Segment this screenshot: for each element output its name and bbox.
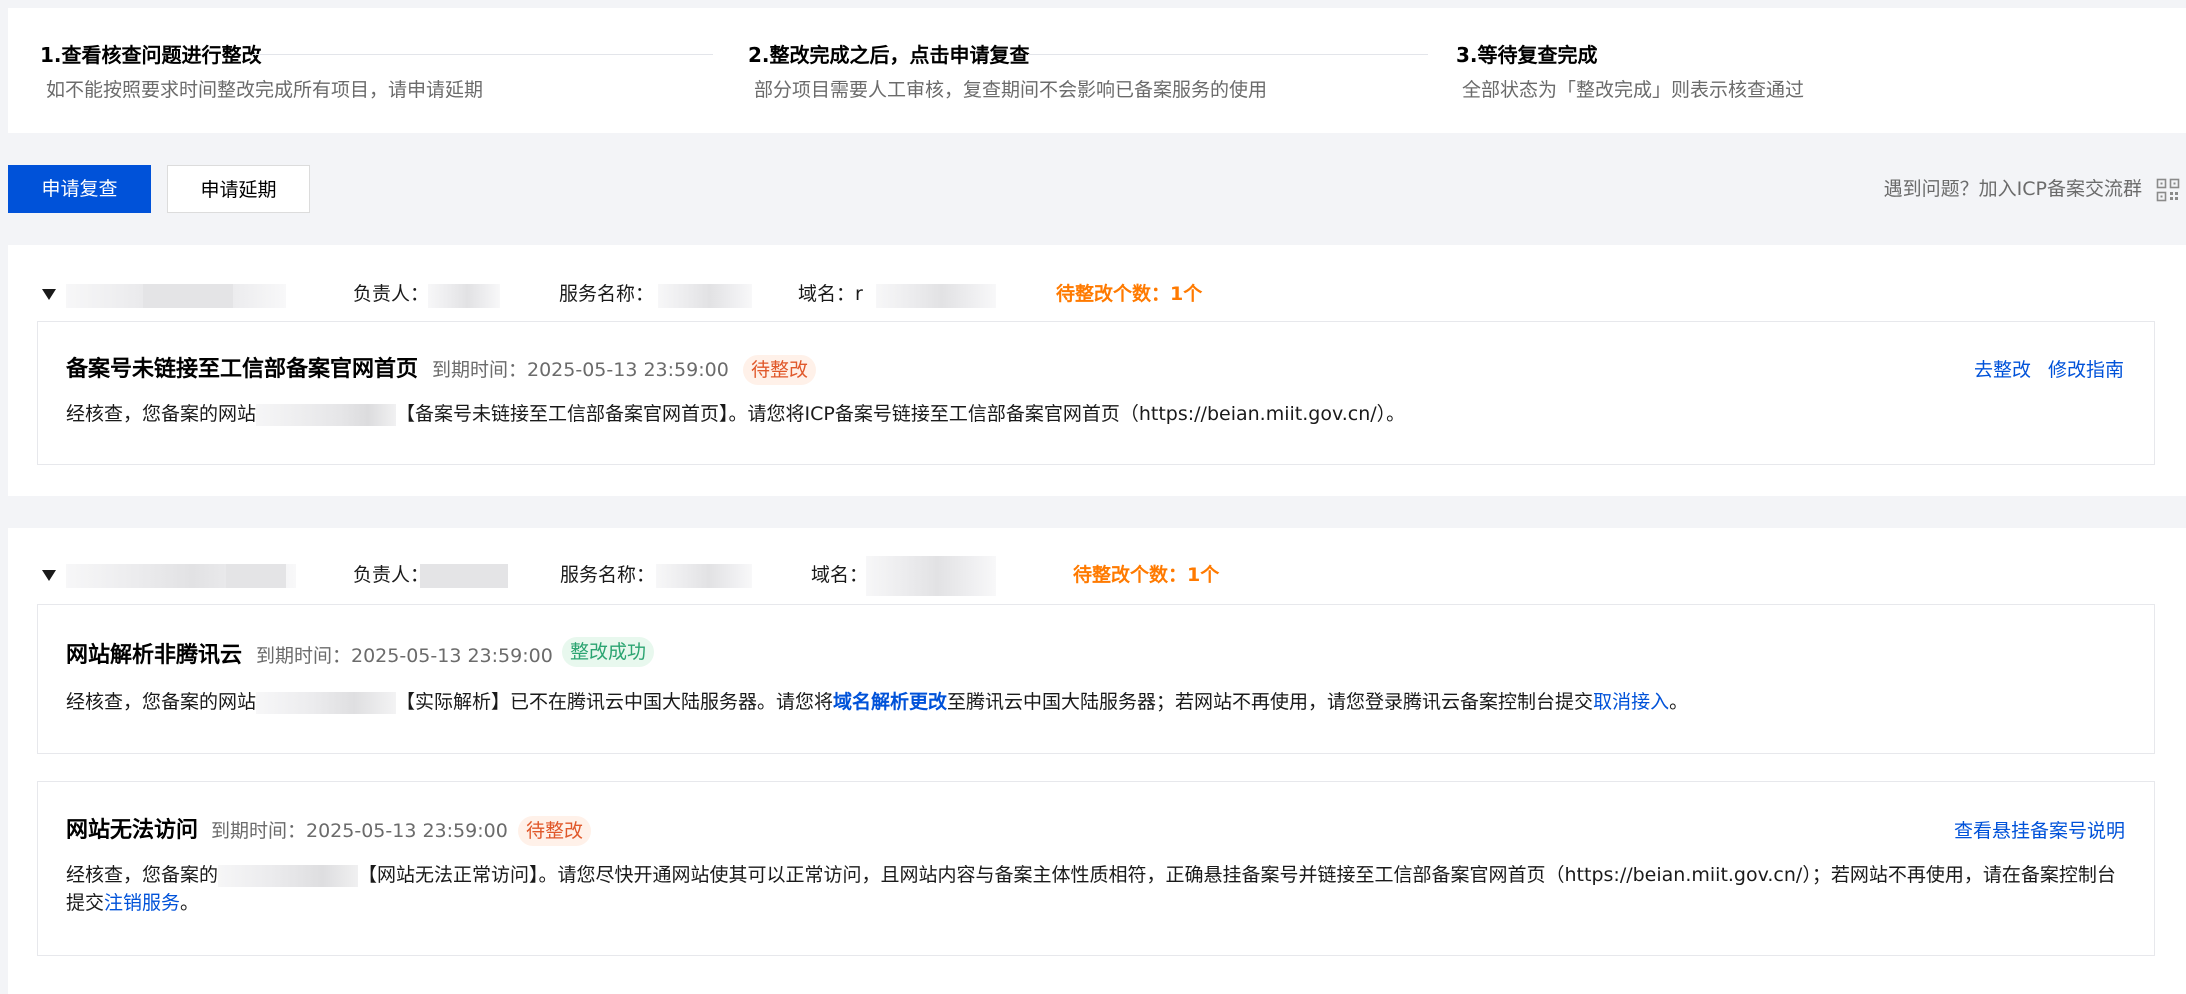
issue-description-line-1: 经核查，您备案的 【网站无法正常访问】。请您尽快开通网站使其可以正常访问，且网站内… — [66, 862, 2116, 888]
desc-end: 。 — [1669, 691, 1689, 713]
domain-label: 域名： — [811, 564, 869, 586]
join-icp-group-link[interactable]: 遇到问题？加入ICP备案交流群 — [1884, 176, 2142, 202]
view-record-number-guide-link[interactable]: 查看悬挂备案号说明 — [1954, 818, 2125, 844]
step-1: 1.查看核查问题进行整改 如不能按照要求时间整改完成所有项目，请申请延期 — [40, 42, 483, 103]
desc-suffix: 【备案号未链接至工信部备案官网首页】。请您将ICP备案号链接至工信部备案官网首页… — [396, 403, 1406, 425]
redacted-site — [218, 864, 359, 887]
status-badge: 待整改 — [743, 355, 817, 385]
redacted-domain — [876, 284, 996, 308]
pending-count: 待整改个数：1个 — [1073, 564, 1220, 586]
status-badge: 待整改 — [518, 816, 592, 846]
desc-line-2-prefix: 提交 — [66, 892, 105, 914]
request-review-button[interactable]: 申请复查 — [8, 165, 151, 213]
service-name-label: 服务名称： — [559, 283, 655, 305]
check-group-2: 负责人： 服务名称： 域名： 待整改个数：1个 网站解析非腾讯云 到期时间：20… — [8, 528, 2186, 994]
domain-label: 域名：r — [798, 281, 863, 307]
redacted-service-name — [658, 284, 752, 308]
cancel-access-link[interactable]: 取消接入 — [1593, 691, 1669, 713]
owner-label: 负责人： — [353, 564, 430, 586]
redacted-owner — [420, 564, 508, 588]
step-3: 3.等待复查完成 全部状态为「整改完成」则表示核查通过 — [1456, 42, 1804, 103]
domain-label-text: 域名： — [798, 283, 856, 305]
issue-description-line-2: 提交注销服务。 — [66, 890, 199, 916]
redacted-owner — [428, 284, 500, 308]
issue-description: 经核查，您备案的网站 【实际解析】已不在腾讯云中国大陆服务器。请您将域名解析更改至… — [66, 689, 1688, 715]
step-3-title: 3.等待复查完成 — [1456, 43, 1598, 67]
redacted-site — [256, 403, 397, 426]
step-1-desc: 如不能按照要求时间整改完成所有项目，请申请延期 — [46, 79, 484, 101]
issue-title: 网站无法访问 — [66, 818, 199, 843]
owner-label: 负责人： — [353, 283, 430, 305]
step-2-desc: 部分项目需要人工审核，复查期间不会影响已备案服务的使用 — [754, 79, 1268, 101]
redacted-site — [256, 691, 397, 714]
step-2: 2.整改完成之后，点击申请复查 部分项目需要人工审核，复查期间不会影响已备案服务… — [748, 42, 1267, 103]
collapse-caret-icon[interactable] — [42, 570, 56, 581]
rectify-guide-link[interactable]: 修改指南 — [2048, 357, 2124, 383]
steps-panel: 1.查看核查问题进行整改 如不能按照要求时间整改完成所有项目，请申请延期 2.整… — [8, 8, 2186, 133]
desc-mid-2: 至腾讯云中国大陆服务器；若网站不再使用，请您登录腾讯云备案控制台提交 — [947, 691, 1594, 713]
due-time: 到期时间：2025-05-13 23:59:00 — [432, 359, 729, 381]
qrcode-icon[interactable] — [2156, 178, 2180, 202]
domain-prefix: r — [855, 283, 863, 305]
desc-line-1: 【网站无法正常访问】。请您尽快开通网站使其可以正常访问，且网站内容与备案主体性质… — [358, 864, 2116, 886]
service-name-label: 服务名称： — [560, 564, 656, 586]
issue-card: 网站解析非腾讯云 到期时间：2025-05-13 23:59:00 整改成功 经… — [37, 604, 2155, 754]
dns-change-link[interactable]: 域名解析更改 — [833, 691, 947, 713]
step-connector-1 — [253, 54, 713, 55]
issue-title: 备案号未链接至工信部备案官网首页 — [66, 357, 419, 382]
pending-count: 待整改个数：1个 — [1056, 283, 1203, 305]
desc-prefix: 经核查，您备案的网站 — [66, 691, 257, 713]
redacted-record-number-mask — [143, 284, 233, 308]
request-extension-button[interactable]: 申请延期 — [167, 165, 310, 213]
collapse-caret-icon[interactable] — [42, 289, 56, 300]
go-rectify-link[interactable]: 去整改 — [1974, 357, 2031, 383]
step-3-desc: 全部状态为「整改完成」则表示核查通过 — [1462, 79, 1805, 101]
issue-title: 网站解析非腾讯云 — [66, 643, 243, 668]
desc-mid-1: 【实际解析】已不在腾讯云中国大陆服务器。请您将 — [396, 691, 834, 713]
step-connector-2 — [1028, 54, 1428, 55]
issue-card: 网站无法访问 到期时间：2025-05-13 23:59:00 待整改 查看悬挂… — [37, 781, 2155, 956]
step-1-title: 1.查看核查问题进行整改 — [40, 43, 262, 67]
cancel-service-link[interactable]: 注销服务 — [104, 892, 180, 914]
due-time: 到期时间：2025-05-13 23:59:00 — [256, 645, 553, 667]
issue-description: 经核查，您备案的网站 【备案号未链接至工信部备案官网首页】。请您将ICP备案号链接… — [66, 401, 1405, 427]
step-2-title: 2.整改完成之后，点击申请复查 — [748, 43, 1030, 67]
check-group-1: 负责人： 服务名称： 域名：r 待整改个数：1个 备案号未链接至工信部备案官网首… — [8, 245, 2186, 496]
redacted-service-name — [656, 564, 752, 588]
redacted-record-number-mask — [226, 564, 286, 588]
status-badge: 整改成功 — [562, 637, 655, 667]
issue-card: 备案号未链接至工信部备案官网首页 到期时间：2025-05-13 23:59:0… — [37, 321, 2155, 465]
desc-prefix: 经核查，您备案的网站 — [66, 403, 257, 425]
desc-end: 。 — [180, 892, 200, 914]
redacted-domain — [866, 556, 996, 596]
desc-prefix: 经核查，您备案的 — [66, 864, 219, 886]
due-time: 到期时间：2025-05-13 23:59:00 — [211, 820, 508, 842]
